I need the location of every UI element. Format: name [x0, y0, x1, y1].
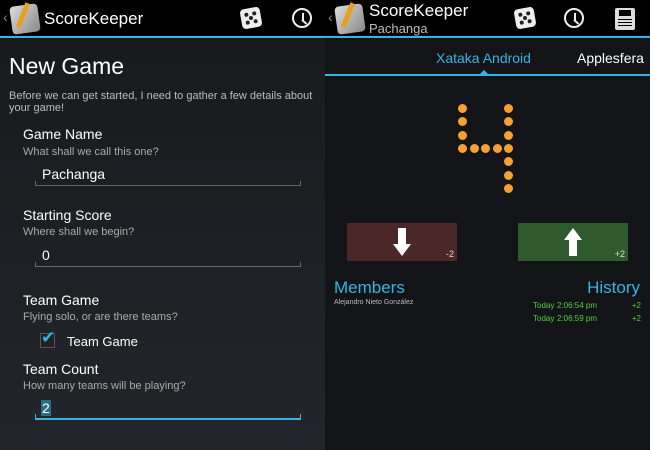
history-day: Today [533, 314, 555, 323]
history-day: Today [533, 301, 555, 310]
score-dot [504, 183, 514, 193]
history-delta: +2 [631, 314, 641, 323]
score-dot [504, 117, 514, 127]
game-name-hint: What shall we call this one? [23, 146, 159, 158]
tab-xataka-android[interactable]: Xataka Android [436, 50, 531, 76]
starting-score-label: Starting Score [23, 207, 112, 223]
game-name-label: Game Name [23, 126, 103, 142]
starting-score-input[interactable]: 0 [35, 247, 301, 267]
score-dot [458, 104, 468, 113]
decrease-amount: -2 [445, 249, 454, 259]
back-chevron-icon[interactable]: ‹ [328, 9, 333, 25]
score-dot [469, 143, 479, 153]
history-time: 2:06:54 pm [557, 301, 598, 310]
team-tabs: Xataka Android Applesfera [325, 40, 650, 76]
history-title: History [587, 278, 640, 297]
app-logo-icon[interactable] [334, 3, 366, 35]
new-game-screen: ‹ ScoreKeeper New Game Before we can get… [0, 0, 325, 450]
score-dot [481, 143, 491, 153]
history-delta: +2 [631, 301, 641, 310]
score-dot [504, 143, 514, 153]
dice-icon[interactable] [513, 6, 537, 30]
team-count-label: Team Count [23, 361, 99, 377]
decrease-score-button[interactable]: -2 [347, 223, 457, 261]
game-name-input[interactable]: Pachanga [35, 166, 301, 186]
clock-icon[interactable] [292, 8, 312, 28]
app-logo-icon[interactable] [9, 3, 41, 35]
app-title: ScoreKeeper [369, 1, 469, 20]
page-title: New Game [9, 53, 125, 79]
arrow-down-icon [393, 228, 411, 256]
save-icon[interactable] [615, 8, 635, 30]
team-game-label: Team Game [23, 292, 100, 308]
team-game-hint: Flying solo, or are there teams? [23, 311, 178, 323]
score-dot [504, 130, 514, 140]
action-bar: ‹ ScoreKeeper [0, 0, 325, 38]
team-count-value: 2 [41, 400, 51, 416]
increase-score-button[interactable]: +2 [518, 223, 628, 261]
team-game-checkbox-label[interactable]: Team Game [67, 334, 138, 349]
action-bar: ‹ ScoreKeeper Pachanga [325, 0, 650, 38]
members-title: Members [334, 278, 405, 297]
member-item[interactable]: Alejandro Nieto González [334, 299, 413, 306]
arrow-up-icon [564, 228, 582, 256]
back-chevron-icon[interactable]: ‹ [3, 9, 8, 25]
score-dot [504, 170, 514, 180]
score-dot [458, 130, 468, 140]
app-title: ScoreKeeper [44, 9, 144, 28]
score-dot [458, 117, 468, 127]
dice-icon[interactable] [239, 6, 263, 30]
clock-icon[interactable] [564, 8, 584, 28]
score-dot [504, 157, 514, 167]
game-subtitle: Pachanga [369, 21, 428, 36]
tab-applesfera[interactable]: Applesfera [577, 50, 644, 66]
score-dot [504, 104, 514, 113]
score-dot [458, 143, 468, 153]
game-screen: ‹ ScoreKeeper Pachanga Xataka Android Ap… [325, 0, 650, 450]
team-count-hint: How many teams will be playing? [23, 380, 186, 392]
starting-score-hint: Where shall we begin? [23, 226, 135, 238]
score-dot [492, 143, 502, 153]
history-time: 2:06:59 pm [557, 314, 598, 323]
team-game-checkbox[interactable] [40, 328, 55, 348]
intro-text: Before we can get started, I need to gat… [9, 90, 313, 114]
team-count-input[interactable]: 2 [35, 400, 301, 420]
increase-amount: +2 [614, 249, 625, 259]
